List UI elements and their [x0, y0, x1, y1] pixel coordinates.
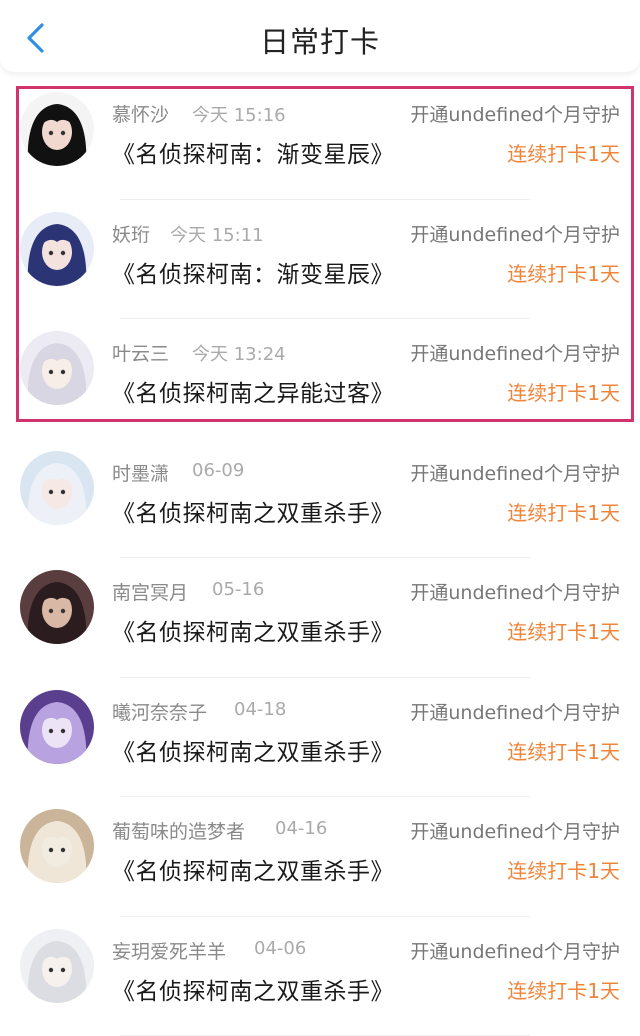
user-name[interactable]: 时墨潇 [112, 459, 169, 486]
list-item[interactable]: 慕怀沙 今天 15:16 开通undefined个月守护 《名侦探柯南：渐变星辰… [0, 80, 640, 200]
work-title: 《名侦探柯南之双重杀手》 [112, 972, 394, 1006]
checkin-time: 今天 15:11 [170, 221, 264, 247]
streak-badge: 连续打卡1天 [507, 736, 620, 765]
work-title: 《名侦探柯南之双重杀手》 [112, 494, 394, 528]
user-name[interactable]: 慕怀沙 [112, 100, 169, 127]
user-name[interactable]: 妄玥爱死羊羊 [112, 937, 226, 964]
checkin-time: 04-18 [234, 699, 286, 720]
avatar[interactable] [20, 92, 94, 166]
checkin-time: 04-06 [254, 938, 306, 959]
checkin-time: 04-16 [275, 818, 327, 839]
list-item[interactable]: 葡萄味的造梦者 04-16 开通undefined个月守护 《名侦探柯南之双重杀… [0, 797, 640, 917]
avatar[interactable] [20, 570, 94, 644]
guard-info: 开通undefined个月守护 [410, 220, 620, 247]
guard-info: 开通undefined个月守护 [410, 100, 620, 127]
avatar[interactable] [20, 809, 94, 883]
checkin-time: 06-09 [192, 460, 244, 481]
guard-info: 开通undefined个月守护 [410, 459, 620, 486]
streak-badge: 连续打卡1天 [507, 258, 620, 287]
user-name[interactable]: 妖珩 [112, 220, 150, 247]
list-item[interactable]: 时墨潇 06-09 开通undefined个月守护 《名侦探柯南之双重杀手》 连… [0, 439, 640, 559]
user-name[interactable]: 曦河奈奈子 [112, 698, 207, 725]
top-bar: 日常打卡 [0, 0, 640, 72]
streak-badge: 连续打卡1天 [507, 975, 620, 1004]
checkin-list: 慕怀沙 今天 15:16 开通undefined个月守护 《名侦探柯南：渐变星辰… [0, 80, 640, 1036]
streak-badge: 连续打卡1天 [507, 497, 620, 526]
avatar[interactable] [20, 451, 94, 525]
streak-badge: 连续打卡1天 [507, 855, 620, 884]
guard-info: 开通undefined个月守护 [410, 339, 620, 366]
list-item[interactable]: 妖珩 今天 15:11 开通undefined个月守护 《名侦探柯南：渐变星辰》… [0, 200, 640, 320]
work-title: 《名侦探柯南：渐变星辰》 [112, 255, 394, 289]
user-name[interactable]: 南宫冥月 [112, 578, 188, 605]
list-item[interactable]: 曦河奈奈子 04-18 开通undefined个月守护 《名侦探柯南之双重杀手》… [0, 678, 640, 798]
user-name[interactable]: 叶云三 [112, 339, 169, 366]
streak-badge: 连续打卡1天 [507, 138, 620, 167]
guard-info: 开通undefined个月守护 [410, 817, 620, 844]
list-item[interactable]: 叶云三 今天 13:24 开通undefined个月守护 《名侦探柯南之异能过客… [0, 319, 640, 439]
streak-badge: 连续打卡1天 [507, 616, 620, 645]
work-title: 《名侦探柯南之双重杀手》 [112, 613, 394, 647]
avatar[interactable] [20, 690, 94, 764]
streak-badge: 连续打卡1天 [507, 377, 620, 406]
checkin-time: 05-16 [212, 579, 264, 600]
work-title: 《名侦探柯南之异能过客》 [112, 374, 394, 408]
checkin-time: 今天 13:24 [192, 340, 286, 366]
work-title: 《名侦探柯南：渐变星辰》 [112, 135, 394, 169]
guard-info: 开通undefined个月守护 [410, 937, 620, 964]
checkin-time: 今天 15:16 [192, 101, 286, 127]
list-item[interactable]: 南宫冥月 05-16 开通undefined个月守护 《名侦探柯南之双重杀手》 … [0, 558, 640, 678]
work-title: 《名侦探柯南之双重杀手》 [112, 852, 394, 886]
user-name[interactable]: 葡萄味的造梦者 [112, 817, 245, 844]
guard-info: 开通undefined个月守护 [410, 698, 620, 725]
avatar[interactable] [20, 212, 94, 286]
avatar[interactable] [20, 929, 94, 1003]
work-title: 《名侦探柯南之双重杀手》 [112, 733, 394, 767]
page-title: 日常打卡 [0, 19, 640, 61]
list-item[interactable]: 妄玥爱死羊羊 04-06 开通undefined个月守护 《名侦探柯南之双重杀手… [0, 917, 640, 1036]
avatar[interactable] [20, 331, 94, 405]
guard-info: 开通undefined个月守护 [410, 578, 620, 605]
